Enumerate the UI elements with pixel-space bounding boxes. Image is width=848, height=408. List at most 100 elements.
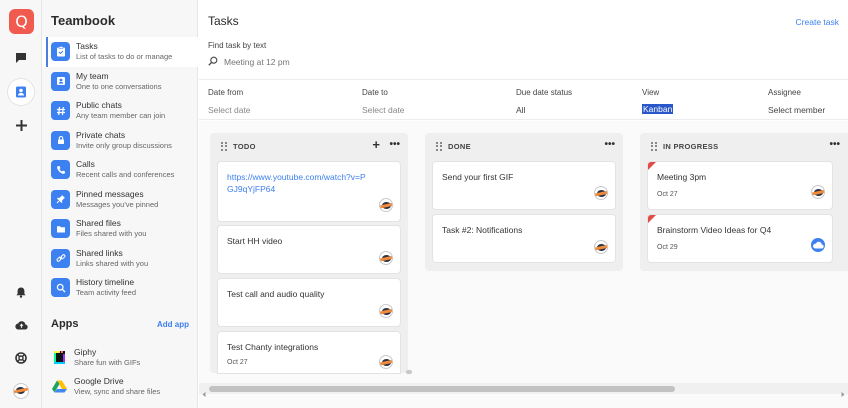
search-history-icon <box>51 278 70 298</box>
sidebar-item-history-timeline[interactable]: History timeline Team activity feed <box>42 273 198 303</box>
assignee-avatar[interactable] <box>811 238 825 252</box>
card-title: Test Chanty integrations <box>227 342 319 352</box>
search-icon <box>208 53 218 71</box>
drag-handle-icon[interactable] <box>436 141 442 152</box>
filter-value[interactable]: Kanban <box>642 104 674 114</box>
filter-view[interactable]: View Kanban <box>642 88 674 117</box>
column-todo: TODO + ••• https://www.youtube.com/watch… <box>210 133 408 373</box>
column-done: DONE ••• Send your first GIF Task #2: No… <box>425 133 623 271</box>
cloud-upload-icon[interactable] <box>11 315 31 335</box>
filter-label: Assignee <box>768 88 801 97</box>
sidebar-nav: Tasks List of tasks to do or manage My te… <box>42 37 198 303</box>
column-title: IN PROGRESS <box>663 142 719 151</box>
filter-date-to[interactable]: Date to Select date <box>362 88 405 115</box>
column-in-progress: IN PROGRESS ••• Meeting 3pm Oct 27 Brain… <box>640 133 848 271</box>
scroll-right-icon[interactable] <box>839 385 847 397</box>
sidebar-item-shared-files[interactable]: Shared files Files shared with you <box>42 214 198 244</box>
sidebar-item-title: History timeline <box>76 277 135 288</box>
task-card[interactable]: Brainstorm Video Ideas for Q4 Oct 29 <box>648 215 832 262</box>
sidebar-item-title: Private chats <box>76 129 126 140</box>
task-card[interactable]: Task #2: Notifications <box>433 215 615 262</box>
drag-handle-icon[interactable] <box>221 141 227 152</box>
bell-icon[interactable] <box>11 282 31 302</box>
user-avatar-icon <box>13 383 29 399</box>
app-item-google-drive[interactable]: Google Drive View, sync and share files <box>51 376 160 397</box>
add-app-button[interactable]: Add app <box>157 320 189 329</box>
task-card[interactable]: https://www.youtube.com/watch?v=PGJ9qYjF… <box>218 162 400 221</box>
app-item-giphy[interactable]: Giphy Share fun with GIFs <box>51 347 140 368</box>
card-title: Test call and audio quality <box>227 289 325 299</box>
assignee-avatar[interactable] <box>379 355 393 369</box>
card-title: Meeting 3pm <box>657 172 707 182</box>
google-drive-icon <box>51 378 68 395</box>
find-task-field[interactable] <box>208 55 408 69</box>
card-due-date: Oct 27 <box>657 191 678 198</box>
pin-icon <box>51 189 70 209</box>
more-options-icon[interactable]: ••• <box>389 140 400 150</box>
filter-due-date-status[interactable]: Due date status All <box>516 88 572 115</box>
app-window: Q Teambook Tasks List of tasks to do or … <box>0 0 848 408</box>
filter-value[interactable]: Select member <box>768 105 825 115</box>
column-scrollbar[interactable] <box>406 370 412 374</box>
sidebar-item-private-chats[interactable]: Private chats Invite only group discussio… <box>42 126 198 156</box>
apps-heading: Apps <box>51 318 79 330</box>
assignee-avatar[interactable] <box>811 185 825 199</box>
assignee-avatar[interactable] <box>594 240 608 254</box>
assignee-avatar[interactable] <box>379 198 393 212</box>
scroll-left-icon[interactable] <box>200 385 208 397</box>
assignee-avatar[interactable] <box>379 304 393 318</box>
drag-handle-icon[interactable] <box>651 141 657 152</box>
sidebar-item-public-chats[interactable]: Public chats Any team member can join <box>42 96 198 126</box>
task-card[interactable]: Test call and audio quality <box>218 279 400 326</box>
contacts-icon[interactable] <box>8 79 34 105</box>
app-item-title: Giphy <box>74 347 97 357</box>
card-due-date: Oct 29 <box>657 244 678 251</box>
add-card-icon[interactable]: + <box>372 138 380 151</box>
sidebar-item-shared-links[interactable]: Shared links Links shared with you <box>42 244 198 274</box>
assignee-avatar[interactable] <box>594 186 608 200</box>
more-options-icon[interactable]: ••• <box>829 140 840 150</box>
column-title: DONE <box>448 142 471 151</box>
column-title: TODO <box>233 142 256 151</box>
sidebar-item-title: Public chats <box>76 100 122 111</box>
sidebar-item-my-team[interactable]: My team One to one conversations <box>42 67 198 97</box>
kanban-board: TODO + ••• https://www.youtube.com/watch… <box>199 121 848 408</box>
filter-value[interactable]: All <box>516 105 572 115</box>
task-card[interactable]: Test Chanty integrations Oct 27 <box>218 332 400 373</box>
filter-value[interactable]: Select date <box>208 105 251 115</box>
avatar[interactable] <box>11 381 31 401</box>
column-header[interactable]: IN PROGRESS ••• <box>640 133 848 160</box>
sidebar-item-tasks[interactable]: Tasks List of tasks to do or manage <box>42 37 198 67</box>
main-panel: Tasks Create task Find task by text Date… <box>199 0 848 408</box>
task-card[interactable]: Meeting 3pm Oct 27 <box>648 162 832 209</box>
sidebar-item-calls[interactable]: Calls Recent calls and conferences <box>42 155 198 185</box>
priority-flag-icon <box>648 215 656 223</box>
horizontal-scrollbar[interactable] <box>199 383 848 397</box>
app-item-subtitle: View, sync and share files <box>74 387 161 396</box>
filter-label: Date to <box>362 88 388 97</box>
filter-assignee[interactable]: Assignee Select member <box>768 88 825 115</box>
column-header[interactable]: TODO + ••• <box>210 133 408 160</box>
sidebar-item-title: My team <box>76 70 109 81</box>
sidebar-item-pinned-messages[interactable]: Pinned messages Messages you've pinned <box>42 185 198 215</box>
workspace-logo[interactable]: Q <box>9 9 34 34</box>
chat-icon[interactable] <box>11 48 31 68</box>
filter-date-from[interactable]: Date from Select date <box>208 88 251 115</box>
task-card[interactable]: Send your first GIF <box>433 162 615 209</box>
task-card[interactable]: Start HH video <box>218 226 400 273</box>
create-task-button[interactable]: Create task <box>796 17 839 27</box>
find-task-input[interactable] <box>224 57 394 67</box>
folder-icon <box>51 219 70 239</box>
plus-icon[interactable] <box>11 115 31 135</box>
help-icon[interactable] <box>11 348 31 368</box>
scrollbar-thumb[interactable] <box>209 386 675 392</box>
card-title[interactable]: https://www.youtube.com/watch?v=PGJ9qYjF… <box>227 172 370 195</box>
filter-value[interactable]: Select date <box>362 105 405 115</box>
column-header[interactable]: DONE ••• <box>425 133 623 160</box>
sidebar-item-subtitle: Team activity feed <box>76 288 137 298</box>
more-options-icon[interactable]: ••• <box>604 140 615 150</box>
sidebar-item-subtitle: Links shared with you <box>76 258 149 268</box>
assignee-avatar[interactable] <box>379 251 393 265</box>
hash-icon <box>51 101 70 121</box>
sidebar-item-subtitle: One to one conversations <box>76 81 162 91</box>
